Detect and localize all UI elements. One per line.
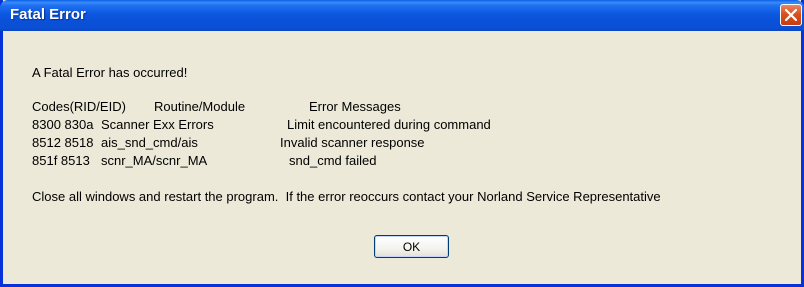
instruction-text: Close all windows and restart the progra… (32, 189, 661, 204)
header-codes: Codes(RID/EID) (32, 99, 126, 114)
row-message: Limit encountered during command (287, 117, 491, 132)
row-code: 8300 830a (32, 117, 94, 132)
row-routine: scnr_MA/scnr_MA (101, 153, 208, 168)
fatal-error-dialog: Fatal Error A Fatal Error has occurred! … (0, 0, 804, 287)
close-icon (785, 9, 797, 21)
row-routine: ais_snd_cmd/ais (101, 135, 198, 150)
title-bar[interactable]: Fatal Error (0, 0, 804, 31)
close-button[interactable] (780, 4, 802, 26)
row-code: 851f 8513 (32, 153, 90, 168)
ok-button[interactable]: OK (374, 235, 449, 258)
dialog-title: Fatal Error (10, 6, 86, 23)
error-heading: A Fatal Error has occurred! (32, 65, 188, 80)
header-routine: Routine/Module (154, 99, 246, 114)
header-messages: Error Messages (309, 99, 401, 114)
row-code: 8512 8518 (32, 135, 94, 150)
row-routine: Scanner Exx Errors (101, 117, 214, 132)
dialog-content: A Fatal Error has occurred! Codes(RID/EI… (3, 31, 801, 284)
row-message: snd_cmd failed (289, 153, 377, 168)
row-message: Invalid scanner response (280, 135, 425, 150)
